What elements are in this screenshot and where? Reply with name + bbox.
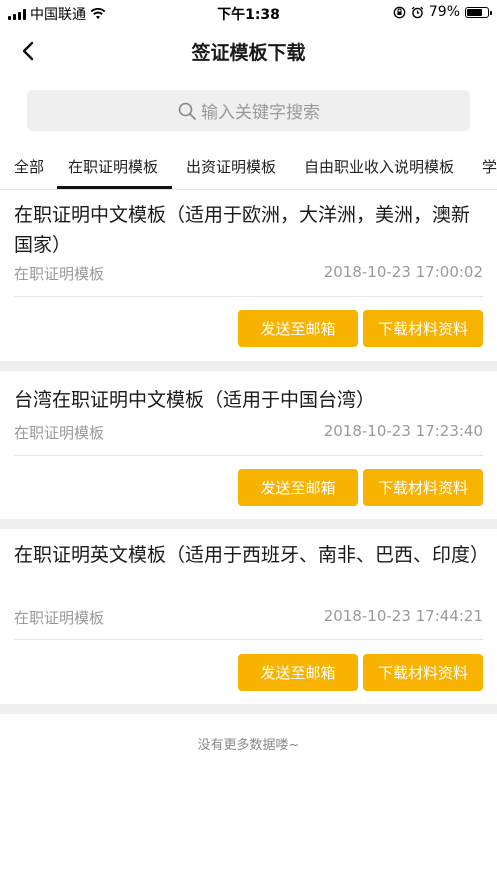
card-category: 在职证明模板: [14, 424, 105, 442]
search-input[interactable]: 输入关键字搜索: [27, 90, 470, 131]
card-category: 在职证明模板: [14, 265, 105, 283]
tab-all[interactable]: 全部: [14, 156, 44, 177]
card-date: 2018-10-23 17:44:21: [323, 607, 483, 625]
section-gap: [0, 519, 497, 529]
card-divider: [14, 455, 483, 456]
card-title[interactable]: 在职证明中文模板（适用于欧洲，大洋洲，美洲，澳新国家）: [14, 200, 483, 260]
card-divider: [14, 296, 483, 297]
download-materials-button[interactable]: 下载材料资料: [363, 310, 483, 347]
tab-freelance-income[interactable]: 自由职业收入说明模板: [304, 156, 454, 177]
card-date: 2018-10-23 17:23:40: [323, 422, 483, 440]
card-date: 2018-10-23 17:00:02: [323, 263, 483, 281]
status-right: 79%: [393, 4, 492, 20]
template-card: 在职证明英文模板（适用于西班牙、南非、巴西、印度） 在职证明模板 2018-10…: [0, 529, 497, 704]
download-materials-button[interactable]: 下载材料资料: [363, 654, 483, 691]
search-icon: [178, 102, 196, 120]
template-card: 在职证明中文模板（适用于欧洲，大洋洲，美洲，澳新国家） 在职证明模板 2018-…: [0, 190, 497, 360]
alarm-icon: [411, 6, 424, 18]
status-bar: 中国联通 下午1:38 79%: [0, 0, 497, 26]
section-gap: [0, 704, 497, 714]
send-to-email-button[interactable]: 发送至邮箱: [238, 469, 358, 506]
card-category: 在职证明模板: [14, 609, 105, 627]
battery-icon: [465, 6, 492, 18]
section-gap: [0, 361, 497, 371]
card-title[interactable]: 在职证明英文模板（适用于西班牙、南非、巴西、印度）: [14, 540, 489, 570]
active-tab-indicator: [57, 186, 172, 189]
no-more-data-label: 没有更多数据喽~: [197, 738, 300, 753]
battery-percent: 79%: [428, 4, 460, 20]
tab-student[interactable]: 学: [482, 156, 497, 177]
tab-employment-certificate[interactable]: 在职证明模板: [68, 156, 158, 177]
rotation-lock-icon: [393, 6, 406, 18]
template-card: 台湾在职证明中文模板（适用于中国台湾） 在职证明模板 2018-10-23 17…: [0, 371, 497, 519]
tab-funding-certificate[interactable]: 出资证明模板: [186, 156, 276, 177]
search-placeholder: 输入关键字搜索: [201, 103, 320, 123]
download-materials-button[interactable]: 下载材料资料: [363, 469, 483, 506]
send-to-email-button[interactable]: 发送至邮箱: [238, 654, 358, 691]
nav-bar: 签证模板下载: [0, 26, 497, 76]
page-title: 签证模板下载: [191, 42, 306, 64]
card-divider: [14, 639, 483, 640]
card-title[interactable]: 台湾在职证明中文模板（适用于中国台湾）: [14, 385, 483, 415]
category-tabs: 全部 在职证明模板 出资证明模板 自由职业收入说明模板 学: [0, 145, 497, 190]
send-to-email-button[interactable]: 发送至邮箱: [238, 310, 358, 347]
